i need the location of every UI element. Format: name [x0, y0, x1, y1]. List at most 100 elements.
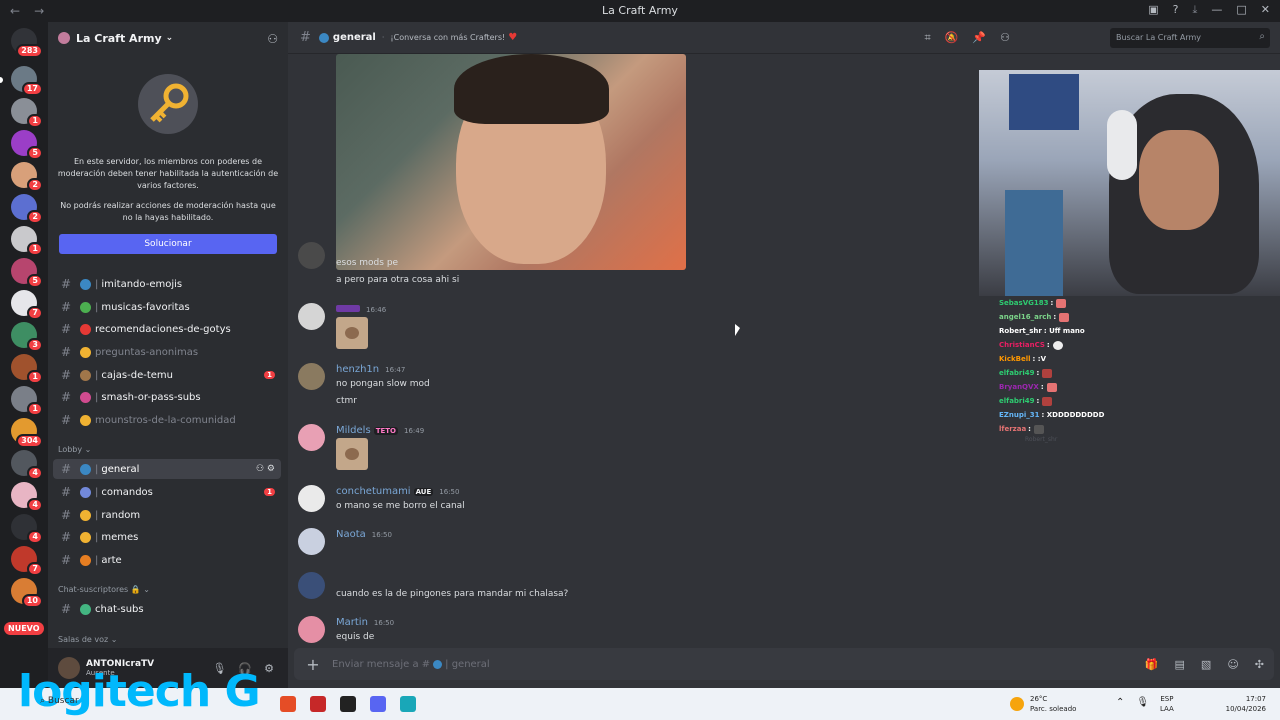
sticker-image[interactable]	[336, 438, 368, 470]
logitech-logo: logitech G	[18, 666, 261, 717]
avatar[interactable]	[298, 485, 325, 512]
solucionar-button[interactable]: Solucionar	[59, 234, 277, 254]
channel-item[interactable]: # | imitando-emojis	[53, 274, 281, 294]
inbox-icon[interactable]: ▣	[1148, 3, 1158, 17]
weather-widget[interactable]: 26°C Parc. soleado	[1010, 694, 1076, 714]
clock[interactable]: 17:07 10/04/2026	[1226, 694, 1266, 714]
sticker-icon[interactable]: ▧	[1201, 658, 1211, 671]
message-username[interactable]: Naota	[336, 529, 366, 540]
message-username[interactable]: conchetumami	[336, 486, 411, 497]
gear-icon[interactable]: ⚙	[264, 662, 274, 675]
sticker-image[interactable]	[336, 317, 368, 349]
server-icon[interactable]: 5	[11, 130, 43, 160]
channel-item[interactable]: # | cajas-de-temu 1	[53, 365, 281, 385]
server-icon[interactable]: 10	[11, 578, 43, 608]
server-icon[interactable]: 304	[11, 418, 43, 448]
maximize-icon[interactable]: □	[1236, 3, 1246, 17]
help-icon[interactable]: ?	[1173, 3, 1179, 17]
threads-icon[interactable]: ⌗	[925, 31, 931, 45]
message-username[interactable]: Mildels	[336, 425, 371, 436]
avatar[interactable]	[298, 424, 325, 451]
discord-icon[interactable]	[370, 696, 386, 712]
home-button[interactable]: 283	[11, 28, 43, 58]
download-icon[interactable]: ⤓	[1193, 3, 1198, 17]
hash-icon: #	[60, 277, 72, 291]
app-icon[interactable]	[400, 696, 416, 712]
obs-icon[interactable]	[340, 696, 356, 712]
server-header[interactable]: La Craft Army ⌄ ⚇	[48, 22, 288, 54]
server-icon[interactable]: 7	[11, 546, 43, 576]
avatar[interactable]	[298, 616, 325, 643]
server-icon[interactable]: 1	[11, 386, 43, 416]
globe-icon	[80, 463, 91, 475]
category-subs[interactable]: Chat-suscriptores 🔒 ⌄	[58, 585, 150, 594]
server-icon[interactable]: 1	[11, 354, 43, 384]
emoji-icon	[80, 369, 91, 381]
server-icon[interactable]: 4	[11, 450, 43, 480]
channel-item[interactable]: # | random	[53, 505, 281, 525]
avatar[interactable]	[298, 303, 325, 330]
taskbar-search[interactable]: ⌕ Buscar	[40, 696, 79, 706]
channel-item[interactable]: # chat-subs	[53, 599, 281, 619]
avatar[interactable]	[298, 528, 325, 555]
mute-icon[interactable]: 🔕	[945, 31, 959, 45]
add-user-icon[interactable]: ⚇	[267, 32, 278, 46]
channel-item[interactable]: # | comandos 1	[53, 482, 281, 502]
channel-item-general[interactable]: # | general ⚇ ⚙	[53, 459, 281, 479]
message-input[interactable]: + Enviar mensaje a # | general 🎁 ▤ ▧ ☺ ✣	[294, 648, 1274, 680]
search-input[interactable]: Buscar La Craft Army ⌕	[1110, 28, 1270, 48]
search-icon: ⌕	[1259, 31, 1265, 42]
server-icon[interactable]: 7	[11, 290, 43, 320]
app-icon[interactable]	[310, 696, 326, 712]
emoji-icon[interactable]: ☺	[1227, 658, 1238, 671]
minimize-icon[interactable]: —	[1211, 3, 1222, 17]
category-lobby[interactable]: Lobby ⌄	[58, 445, 91, 454]
channel-item[interactable]: # | arte	[53, 550, 281, 570]
mouse-cursor	[735, 324, 740, 336]
microphone-icon[interactable]: 🎙	[1136, 697, 1149, 708]
channel-item[interactable]: # | memes	[53, 527, 281, 547]
chat-row: KickBell: :V	[999, 355, 1046, 363]
apps-icon[interactable]: ✣	[1255, 658, 1264, 671]
server-icon[interactable]: 4	[11, 514, 43, 544]
server-icon[interactable]: 4	[11, 482, 43, 512]
avatar[interactable]	[298, 572, 325, 599]
channel-item[interactable]: # preguntas-anonimas	[53, 342, 281, 362]
language-indicator[interactable]: ESP LAA	[1160, 694, 1174, 714]
hash-icon: #	[60, 300, 72, 314]
channel-item[interactable]: # recomendaciones-de-gotys	[53, 319, 281, 339]
members-icon[interactable]: ⚇	[1000, 31, 1010, 45]
channel-sidebar: La Craft Army ⌄ ⚇ En este servidor, los …	[48, 22, 288, 688]
hash-icon: #	[300, 30, 311, 45]
server-icon[interactable]: 2	[11, 194, 43, 224]
channel-item[interactable]: # mounstros-de-la-comunidad	[53, 410, 281, 430]
emoji-icon	[80, 301, 91, 313]
chat-row: ChristianCS:	[999, 338, 1280, 352]
chevron-up-icon[interactable]: ⌃	[1116, 697, 1124, 708]
server-icon[interactable]: 1	[11, 98, 43, 128]
channel-settings-icon[interactable]: ⚇ ⚙	[256, 464, 275, 474]
server-icon[interactable]: 5	[11, 258, 43, 288]
avatar[interactable]	[298, 242, 325, 269]
mfa-notice: En este servidor, los miembros con poder…	[48, 54, 288, 266]
server-icon[interactable]: 2	[11, 162, 43, 192]
message-image[interactable]	[336, 54, 686, 270]
brave-icon[interactable]	[280, 696, 296, 712]
gift-icon[interactable]: 🎁	[1145, 658, 1159, 671]
emoji-icon	[80, 391, 91, 403]
add-attachment-icon[interactable]: +	[306, 655, 320, 674]
category-voice[interactable]: Salas de voz ⌄	[58, 635, 117, 644]
close-icon[interactable]: ✕	[1261, 3, 1270, 17]
pin-icon[interactable]: 📌	[972, 31, 986, 45]
home-badge: 283	[16, 44, 43, 58]
gif-icon[interactable]: ▤	[1175, 658, 1185, 671]
avatar[interactable]	[298, 363, 325, 390]
message-username[interactable]: Martin	[336, 617, 368, 628]
server-icon[interactable]: 3	[11, 322, 43, 352]
search-icon: ⌕	[40, 696, 46, 706]
server-icon[interactable]: 1	[11, 226, 43, 256]
server-icon[interactable]: 17	[0, 66, 43, 96]
channel-item[interactable]: # | musicas-favoritas	[53, 297, 281, 317]
channel-item[interactable]: # | smash-or-pass-subs	[53, 387, 281, 407]
message-username[interactable]: henzh1n	[336, 364, 379, 375]
